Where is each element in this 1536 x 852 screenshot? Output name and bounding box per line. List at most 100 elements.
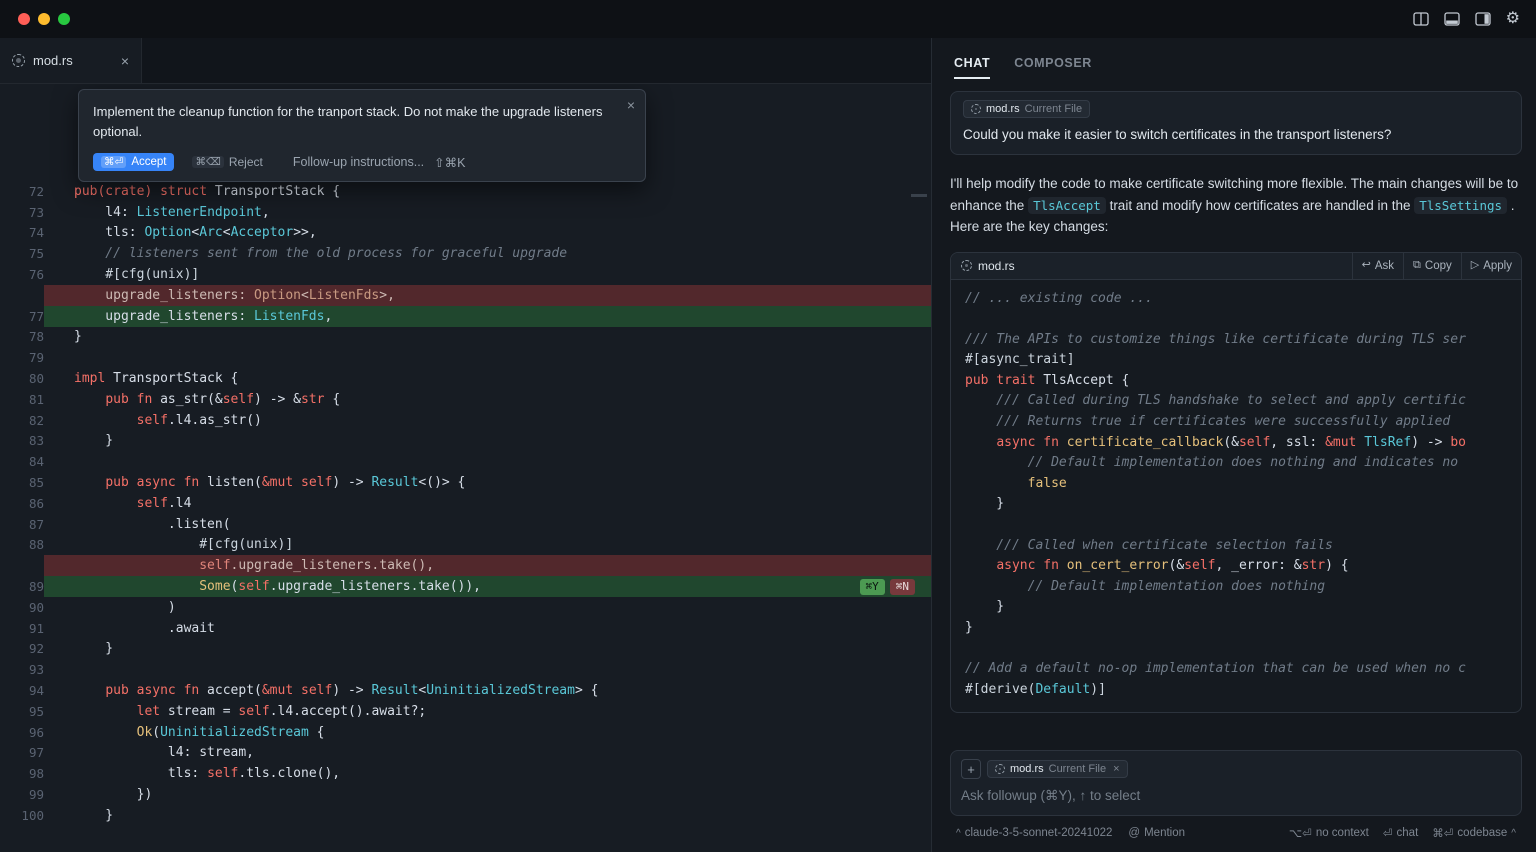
tab-chat[interactable]: CHAT [954,56,990,79]
line-number: 82 [0,413,44,428]
suggestion-text: Implement the cleanup function for the t… [93,102,615,142]
reject-kbd: ⌘⌫ [192,156,223,168]
app-window: ⚙ mod.rs × Implement the cleanup functio… [0,0,1536,852]
chat-panel: CHAT COMPOSER mod.rs Current File Could … [932,38,1536,852]
chat-input-box[interactable]: + mod.rs Current File × [950,750,1522,816]
pill-close-icon[interactable]: × [1113,763,1119,775]
accept-label: Accept [131,156,166,168]
code-block-line: /// Called when certificate selection fa… [965,536,1521,557]
code-line: 72pub(crate) struct TransportStack { [0,181,931,202]
window-controls [0,13,70,25]
close-window-button[interactable] [18,13,30,25]
chat-history: mod.rs Current File Could you make it ea… [932,79,1536,713]
code-block-line: /// Returns true if certificates were su… [965,412,1521,433]
line-number: 91 [0,621,44,636]
mention-button[interactable]: @ Mention [1128,827,1185,839]
panel-bottom-icon[interactable] [1444,12,1460,26]
assistant-response-text: I'll help modify the code to make certif… [950,173,1522,238]
code-line: 97 l4: stream, [0,743,931,764]
accept-diff-badge[interactable]: ⌘Y [860,579,885,595]
code-line: upgrade_listeners: Option<ListenFds>, [0,285,931,306]
pill-suffix: Current File [1025,103,1082,115]
panel-right-icon[interactable] [1475,12,1491,26]
input-context-pill[interactable]: mod.rs Current File × [987,760,1128,778]
pill-suffix: Current File [1049,763,1106,775]
line-number: 73 [0,205,44,220]
code-line: 88 #[cfg(unix)] [0,535,931,556]
line-number: 72 [0,184,44,199]
code-line: 83 } [0,431,931,452]
code-line: self.upgrade_listeners.take(), [0,555,931,576]
inline-suggestion-popup: Implement the cleanup function for the t… [78,89,646,182]
code-block-line: #[derive(Default)] [965,680,1521,701]
popup-close-icon[interactable]: × [627,97,635,113]
code-line: 82 self.l4.as_str() [0,410,931,431]
line-number: 95 [0,704,44,719]
line-number: 87 [0,517,44,532]
accept-button[interactable]: ⌘⏎ Accept [93,153,174,171]
followup-instructions-button[interactable]: Follow-up instructions... ⇧⌘K [293,155,466,170]
code-line: 75 // listeners sent from the old proces… [0,243,931,264]
code-line: 81 pub fn as_str(&self) -> &str { [0,389,931,410]
inline-code-chip: TlsSettings [1414,197,1507,214]
code-line: 95 let stream = self.l4.accept().await?; [0,701,931,722]
code-block-line: async fn certificate_callback(&self, ssl… [965,433,1521,454]
code-line: 74 tls: Option<Arc<Acceptor>>, [0,223,931,244]
context-file-pill[interactable]: mod.rs Current File [963,100,1090,118]
followup-label: Follow-up instructions... [293,155,424,169]
chat-submit-shortcut[interactable]: ⏎ chat [1383,826,1418,840]
code-block-line: // Default implementation does nothing a… [965,453,1521,474]
ask-button[interactable]: ↩ Ask [1352,253,1403,279]
rust-file-icon [12,54,25,67]
code-line: 86 self.l4 [0,493,931,514]
line-number: 96 [0,725,44,740]
add-context-button[interactable]: + [961,759,981,779]
settings-gear-icon[interactable]: ⚙ [1506,11,1520,27]
line-number: 99 [0,787,44,802]
code-lines: 72pub(crate) struct TransportStack {73 l… [0,181,931,826]
tab-close-icon[interactable]: × [121,53,129,69]
code-line: 77 upgrade_listeners: ListenFds, [0,306,931,327]
code-line: 90 ) [0,597,931,618]
rust-file-icon [961,260,972,271]
line-number: 76 [0,267,44,282]
accept-kbd: ⌘⏎ [101,156,126,168]
code-block-line: // Add a default no-op implementation th… [965,659,1521,680]
minimize-window-button[interactable] [38,13,50,25]
codebase-shortcut[interactable]: ⌘⏎ codebase ^ [1432,826,1516,840]
scrollbar-mark[interactable] [911,194,927,197]
code-block-line: false [965,474,1521,495]
code-line: 99 }) [0,784,931,805]
copy-button[interactable]: ⧉ Copy [1403,253,1461,279]
followup-input[interactable] [961,788,1511,803]
apply-button[interactable]: ▷ Apply [1461,253,1521,279]
no-context-shortcut[interactable]: ⌥⏎ no context [1289,826,1369,840]
reject-button[interactable]: ⌘⌫ Reject [192,155,262,169]
user-message-text: Could you make it easier to switch certi… [963,127,1509,142]
code-block-filename: mod.rs [978,259,1015,273]
zoom-window-button[interactable] [58,13,70,25]
editor-pane: mod.rs × Implement the cleanup function … [0,38,932,852]
code-line: 73 l4: ListenerEndpoint, [0,202,931,223]
line-number: 75 [0,246,44,261]
at-icon: @ [1128,827,1140,839]
model-selector[interactable]: ^ claude-3-5-sonnet-20241022 [956,827,1112,839]
line-number: 86 [0,496,44,511]
line-number: 84 [0,454,44,469]
editor-tabbar: mod.rs × [0,38,931,84]
code-block-line: // ... existing code ... [965,289,1521,310]
code-block-line: async fn on_cert_error(&self, _error: &s… [965,556,1521,577]
line-number: 98 [0,766,44,781]
line-number: 80 [0,371,44,386]
line-number: 85 [0,475,44,490]
line-number: 100 [0,808,44,823]
tab-composer[interactable]: COMPOSER [1014,56,1092,79]
line-number: 79 [0,350,44,365]
code-editor[interactable]: Implement the cleanup function for the t… [0,84,931,852]
apply-icon: ▷ [1471,260,1479,271]
split-editor-icon[interactable] [1413,12,1429,26]
model-name: claude-3-5-sonnet-20241022 [965,827,1113,839]
code-line: 84 [0,451,931,472]
reject-diff-badge[interactable]: ⌘N [890,579,915,595]
tab-mod-rs[interactable]: mod.rs × [0,38,142,83]
